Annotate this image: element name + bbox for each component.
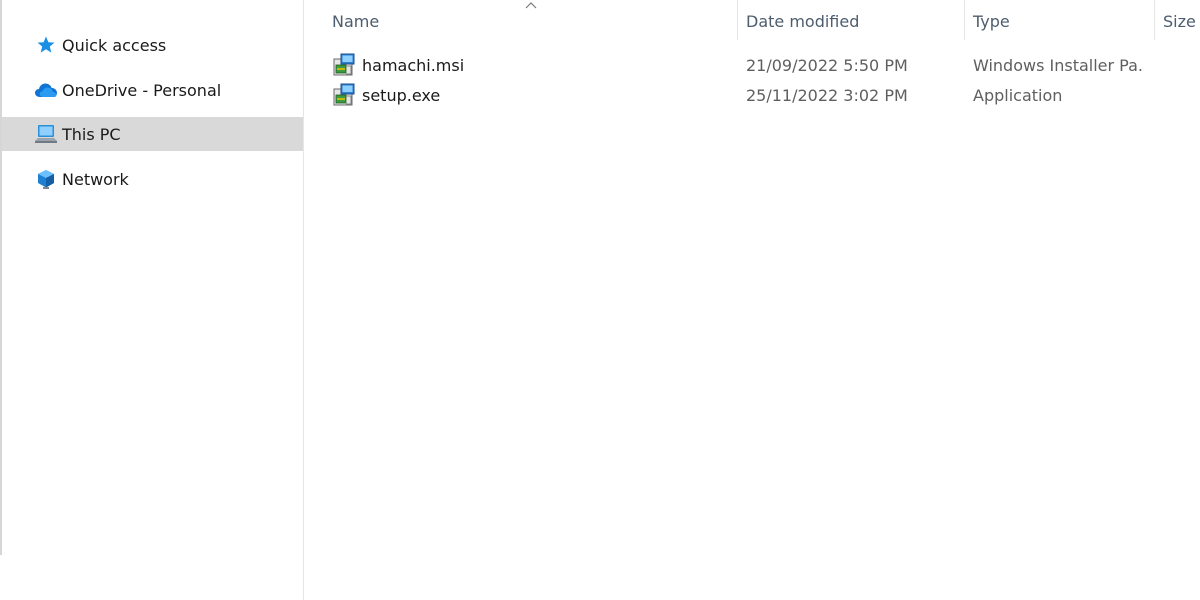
network-icon xyxy=(34,168,58,190)
file-type: Application xyxy=(973,85,1063,105)
file-name-cell: setup.exe xyxy=(332,80,732,110)
column-header-type-label: Type xyxy=(973,11,1010,31)
file-name-cell: hamachi.msi xyxy=(332,50,732,80)
sidebar-item-label: Network xyxy=(62,169,129,189)
sidebar-item-network[interactable]: Network xyxy=(2,162,303,196)
column-header-size-label: Size xyxy=(1163,11,1196,31)
file-name: setup.exe xyxy=(362,85,441,105)
file-date-modified: 25/11/2022 3:02 PM xyxy=(746,85,908,105)
sidebar-item-label: This PC xyxy=(62,124,121,144)
cloud-icon xyxy=(34,79,58,101)
column-header-date-label: Date modified xyxy=(746,11,860,31)
sidebar-item-this-pc[interactable]: This PC xyxy=(2,117,303,151)
sidebar-item-quick-access[interactable]: Quick access xyxy=(2,28,303,62)
star-icon xyxy=(34,34,58,56)
sidebar-item-onedrive[interactable]: OneDrive - Personal xyxy=(2,73,303,107)
column-header-name-label: Name xyxy=(332,11,380,31)
column-header-date[interactable]: Date modified xyxy=(737,0,964,42)
file-date-modified: 21/09/2022 5:50 PM xyxy=(746,55,908,75)
file-type: Windows Installer Pa... xyxy=(973,55,1143,75)
navigation-pane: Quick access OneDrive - Personal This PC… xyxy=(2,0,304,600)
installer-icon xyxy=(333,53,355,76)
file-explorer-window: Quick access OneDrive - Personal This PC… xyxy=(0,0,1200,600)
column-header-size[interactable]: Size xyxy=(1154,0,1200,42)
file-list-pane: Name Date modified Type Size hamachi.msi… xyxy=(305,0,1200,600)
installer-icon xyxy=(333,83,355,106)
file-row-setup-exe[interactable]: setup.exe 25/11/2022 3:02 PM Application xyxy=(305,80,1200,110)
file-row-hamachi-msi[interactable]: hamachi.msi 21/09/2022 5:50 PM Windows I… xyxy=(305,50,1200,80)
computer-icon xyxy=(34,123,58,145)
sidebar-item-label: Quick access xyxy=(62,35,167,55)
column-header-row: Name Date modified Type Size xyxy=(305,0,1200,42)
sidebar-item-label: OneDrive - Personal xyxy=(62,80,222,100)
column-header-type[interactable]: Type xyxy=(964,0,1154,42)
column-header-name[interactable]: Name xyxy=(323,0,737,42)
file-name: hamachi.msi xyxy=(362,55,465,75)
